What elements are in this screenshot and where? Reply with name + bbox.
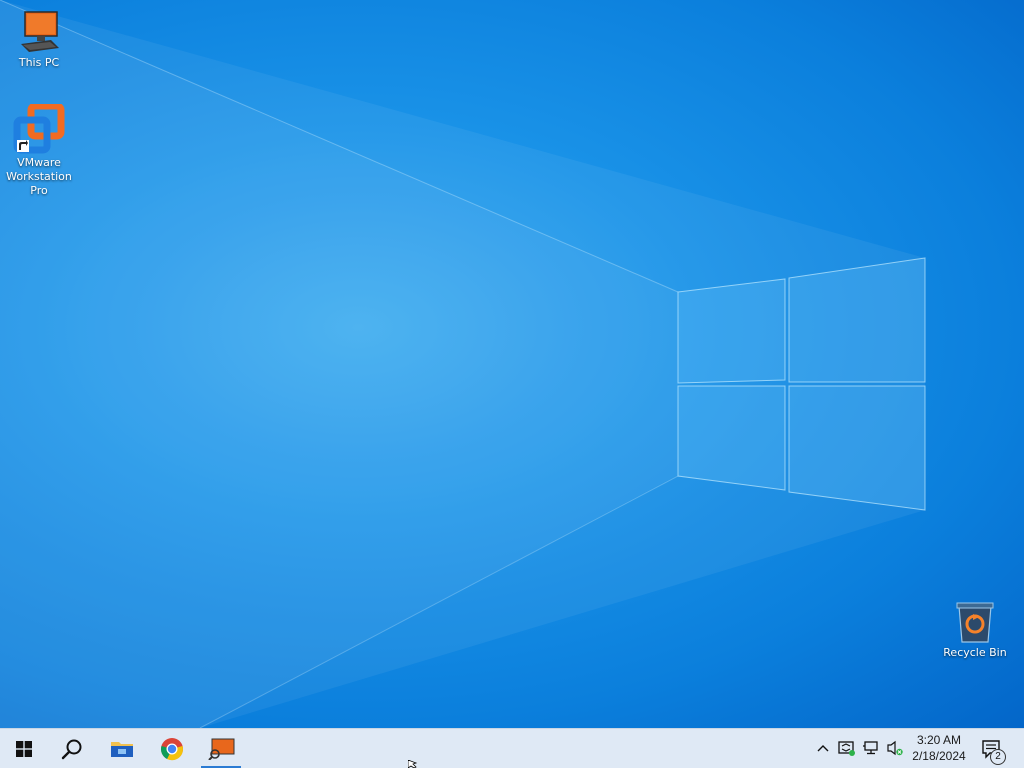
desktop-icon-label: Recycle Bin — [943, 646, 1007, 659]
show-hidden-icons-button[interactable] — [814, 739, 832, 757]
network-tray-button[interactable] — [862, 739, 880, 757]
mouse-cursor-icon — [408, 760, 418, 768]
app-window-icon — [208, 738, 235, 760]
file-explorer-button[interactable] — [98, 729, 146, 768]
chevron-up-icon — [817, 745, 829, 752]
vmware-icon — [13, 104, 65, 154]
start-button[interactable] — [0, 729, 48, 768]
desktop-icon-label: This PC — [18, 56, 60, 69]
taskbar-clock[interactable]: 3:20 AM 2/18/2024 — [906, 732, 972, 764]
desktop-icon-recycle-bin[interactable]: Recycle Bin — [936, 600, 1014, 660]
folder-icon — [111, 741, 133, 757]
desktop-icon-this-pc[interactable]: This PC — [0, 8, 78, 70]
notification-count-badge: 2 — [990, 749, 1006, 765]
windows-logo-icon — [16, 740, 32, 757]
desktop[interactable]: This PC VMware Workstation Pro Recycle B… — [0, 0, 1024, 728]
desktop-icon-label: VMware Workstation Pro — [6, 156, 72, 197]
security-tray-button[interactable] — [838, 739, 856, 757]
network-icon — [863, 741, 878, 755]
chrome-button[interactable] — [148, 729, 196, 768]
taskbar: 3:20 AM 2/18/2024 2 — [0, 728, 1024, 768]
search-button[interactable] — [48, 729, 96, 768]
wallpaper-windows-logo — [0, 0, 926, 728]
computer-icon — [21, 11, 59, 52]
volume-tray-button[interactable] — [886, 739, 904, 757]
clock-time: 3:20 AM — [916, 733, 962, 747]
defender-icon — [838, 741, 855, 756]
desktop-icon-vmware[interactable]: VMware Workstation Pro — [0, 104, 78, 198]
chrome-icon — [161, 737, 183, 760]
search-icon — [61, 739, 82, 759]
clock-date: 2/18/2024 — [912, 749, 966, 763]
taskbar-app-button[interactable] — [198, 729, 246, 768]
recycle-bin-icon — [956, 602, 994, 643]
volume-muted-icon — [887, 740, 903, 756]
